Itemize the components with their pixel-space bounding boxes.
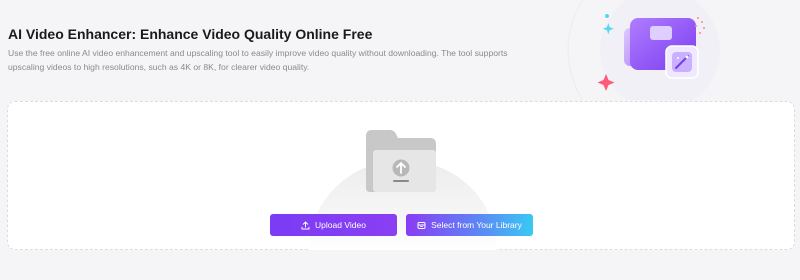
upload-area[interactable]: Upload Video Select from Your Library	[7, 101, 795, 250]
page-description: Use the free online AI video enhancement…	[8, 48, 508, 72]
page-title: AI Video Enhancer: Enhance Video Quality…	[8, 26, 373, 42]
upload-icon	[301, 221, 310, 230]
upload-video-label: Upload Video	[315, 220, 366, 230]
select-from-library-label: Select from Your Library	[431, 220, 522, 230]
video-enhance-illustration	[560, 0, 753, 143]
upload-video-button[interactable]: Upload Video	[270, 214, 397, 236]
library-box-icon	[417, 221, 426, 230]
select-from-library-button[interactable]: Select from Your Library	[406, 214, 533, 236]
upload-folder-icon[interactable]	[364, 126, 438, 194]
